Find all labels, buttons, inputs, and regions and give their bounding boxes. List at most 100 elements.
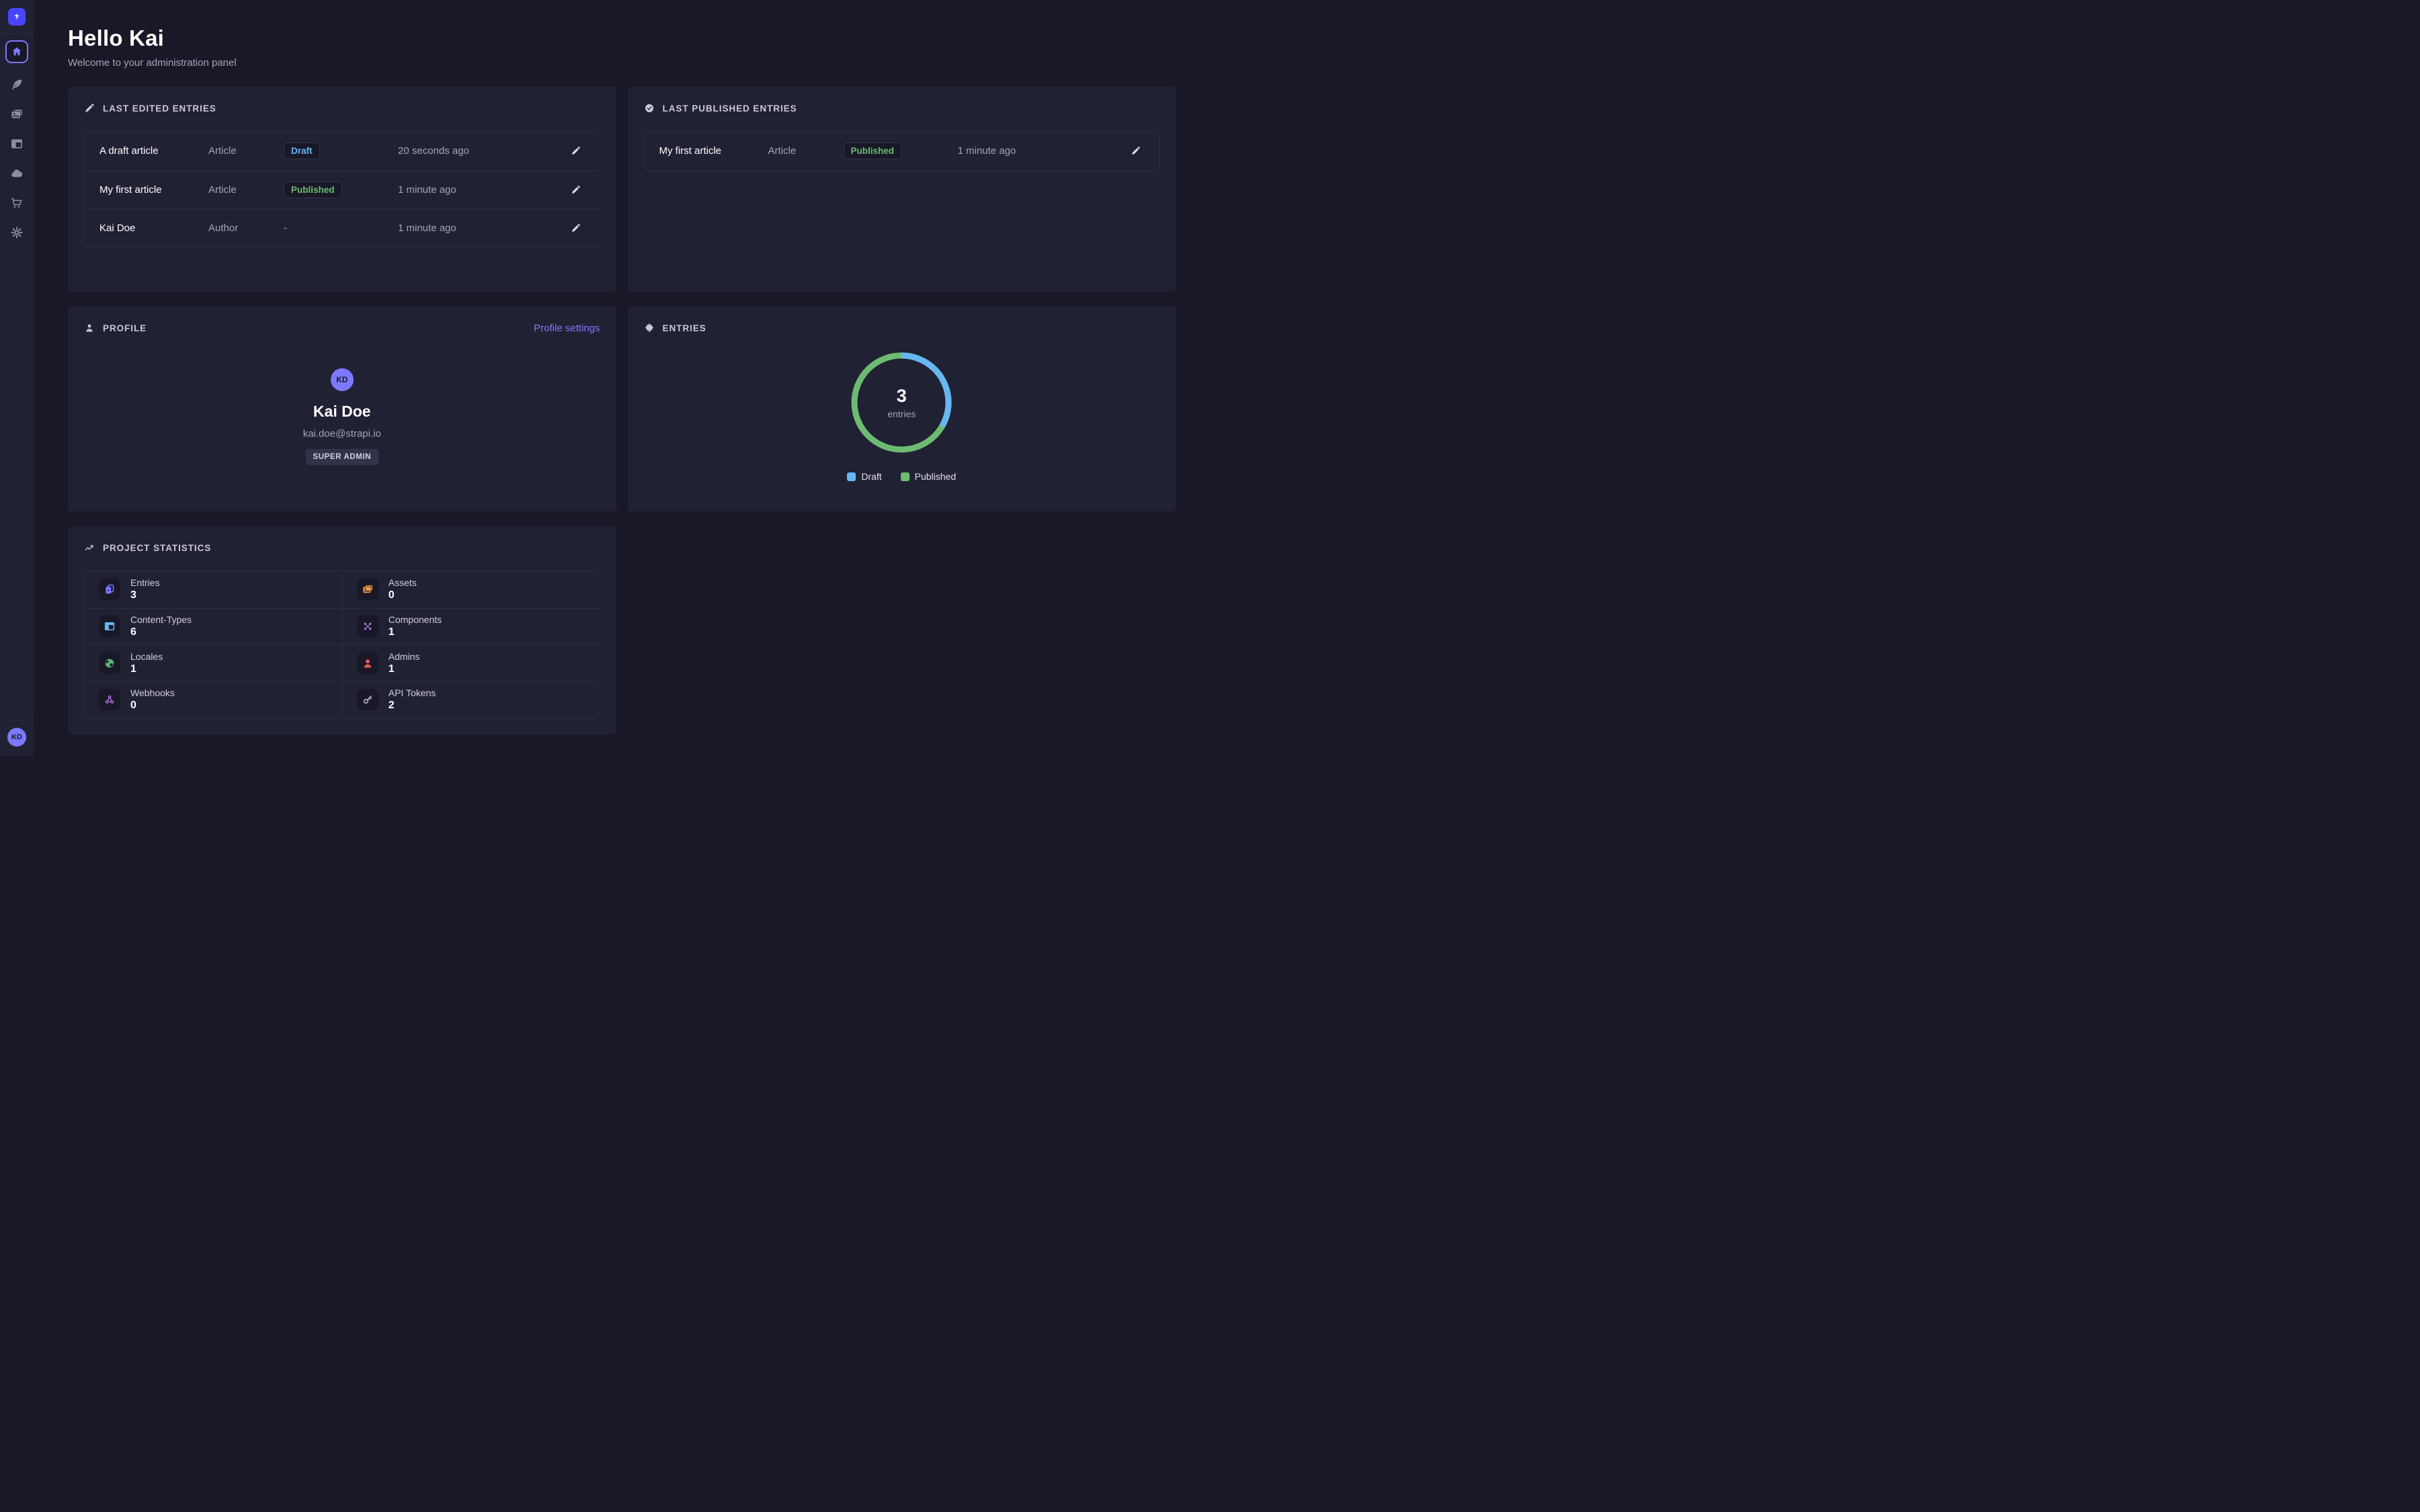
entries-chart: 3 entries Draft Published (644, 347, 1160, 482)
status-badge: Draft (284, 142, 320, 159)
sidebar-divider-top (0, 33, 34, 34)
pencil-icon (84, 103, 95, 114)
entry-time: 1 minute ago (958, 145, 1126, 157)
entries-count: 3 (897, 386, 907, 407)
stat-locales: Locales 1 (85, 644, 342, 681)
edit-entry-button[interactable] (566, 141, 586, 161)
stat-admins: Admins 1 (342, 644, 600, 681)
sidebar-item-cloud[interactable] (5, 165, 28, 181)
entry-title: Kai Doe (99, 222, 208, 234)
status-badge: Published (844, 142, 902, 159)
table-row: A draft article Article Draft 20 seconds… (85, 132, 600, 170)
pencil-icon (571, 223, 581, 233)
stat-value: 0 (130, 700, 136, 711)
stat-components: Components 1 (342, 608, 600, 645)
card-profile-header: PROFILE (84, 323, 600, 333)
stat-label: Assets (389, 577, 417, 588)
status-empty: - (284, 222, 398, 234)
table-row: My first article Article Published 1 min… (645, 132, 1160, 170)
main-content: Hello Kai Welcome to your administration… (34, 0, 1210, 756)
draft-swatch-icon (847, 472, 856, 481)
stat-assets: Assets 0 (342, 571, 600, 608)
sidebar-user-avatar[interactable]: KD (7, 728, 26, 747)
edit-entry-button[interactable] (566, 179, 586, 200)
stats-table: Entries 3 Assets 0 Conte (84, 571, 600, 718)
legend-label: Published (915, 471, 957, 482)
stat-label: Entries (130, 577, 160, 588)
chart-legend: Draft Published (847, 471, 956, 482)
stat-entries: Entries 3 (85, 571, 342, 608)
trend-up-icon (84, 542, 95, 553)
profile-email: kai.doe@strapi.io (303, 428, 381, 439)
published-swatch-icon (901, 472, 910, 481)
stat-label: Locales (130, 651, 163, 662)
sidebar-item-marketplace[interactable] (5, 195, 28, 211)
table-row: Kai Doe Author - 1 minute ago (85, 208, 600, 247)
stat-value: 1 (389, 626, 395, 638)
entry-title: My first article (659, 145, 768, 157)
entry-type: Article (208, 145, 284, 157)
stat-value: 1 (130, 663, 136, 675)
donut-chart: 3 entries (846, 347, 957, 458)
card-last-edited-header: LAST EDITED ENTRIES (84, 103, 600, 114)
check-circle-icon (644, 103, 655, 114)
card-entries-chart: ENTRIES 3 entries (628, 306, 1176, 511)
stat-content-types: Content-Types 6 (85, 608, 342, 645)
entry-time: 1 minute ago (398, 184, 566, 196)
page-subtitle: Welcome to your administration panel (68, 57, 1176, 69)
profile-settings-link[interactable]: Profile settings (534, 323, 600, 334)
entry-title: A draft article (99, 145, 208, 157)
media-library-icon (10, 108, 24, 121)
page-title: Hello Kai (68, 26, 1176, 51)
stat-label: Components (389, 614, 442, 625)
sidebar: KD (0, 0, 34, 756)
strapi-logo[interactable] (8, 8, 26, 26)
strapi-logo-icon (12, 12, 22, 22)
entry-type: Article (768, 145, 844, 157)
admin-user-icon (357, 653, 378, 674)
entry-title: My first article (99, 184, 208, 196)
card-last-edited-entries: LAST EDITED ENTRIES A draft article Arti… (68, 87, 616, 292)
webhooks-icon (99, 689, 120, 710)
marketplace-cart-icon (10, 196, 24, 210)
sidebar-item-settings[interactable] (5, 224, 28, 241)
components-icon (357, 616, 378, 637)
card-entries-header: ENTRIES (644, 323, 1160, 333)
legend-item-draft: Draft (847, 471, 881, 482)
entry-type: Article (208, 184, 284, 196)
card-title: LAST PUBLISHED ENTRIES (663, 103, 797, 114)
stat-value: 1 (389, 663, 395, 675)
puzzle-icon (644, 323, 655, 333)
card-title: PROJECT STATISTICS (103, 543, 211, 553)
stat-label: API Tokens (389, 687, 436, 698)
sidebar-nav (5, 77, 28, 241)
pictures-icon (357, 579, 378, 600)
cloud-icon (10, 167, 24, 180)
card-title: ENTRIES (663, 323, 707, 333)
entry-time: 20 seconds ago (398, 145, 566, 157)
person-icon (84, 323, 95, 333)
card-project-statistics: PROJECT STATISTICS Entries 3 (68, 526, 616, 734)
donut-center: 3 entries (846, 347, 957, 458)
sidebar-item-home[interactable] (5, 40, 28, 63)
profile-content: KD Kai Doe kai.doe@strapi.io SUPER ADMIN (84, 368, 600, 465)
edit-entry-button[interactable] (1125, 141, 1145, 161)
legend-item-published: Published (901, 471, 957, 482)
pencil-icon (571, 185, 581, 195)
profile-role-badge: SUPER ADMIN (306, 449, 378, 465)
card-title: LAST EDITED ENTRIES (103, 103, 216, 114)
profile-name: Kai Doe (313, 403, 371, 421)
content-type-builder-icon (10, 137, 24, 151)
sidebar-item-media-library[interactable] (5, 106, 28, 122)
stat-value: 6 (130, 626, 136, 638)
sidebar-item-content-manager[interactable] (5, 77, 28, 93)
stat-value: 2 (389, 700, 395, 711)
stat-label: Webhooks (130, 687, 175, 698)
sidebar-item-content-type-builder[interactable] (5, 136, 28, 152)
stat-webhooks: Webhooks 0 (85, 681, 342, 718)
edit-entry-button[interactable] (566, 218, 586, 238)
profile-avatar: KD (331, 368, 354, 391)
stat-label: Content-Types (130, 614, 192, 625)
key-icon (357, 689, 378, 710)
entries-count-label: entries (887, 409, 916, 419)
